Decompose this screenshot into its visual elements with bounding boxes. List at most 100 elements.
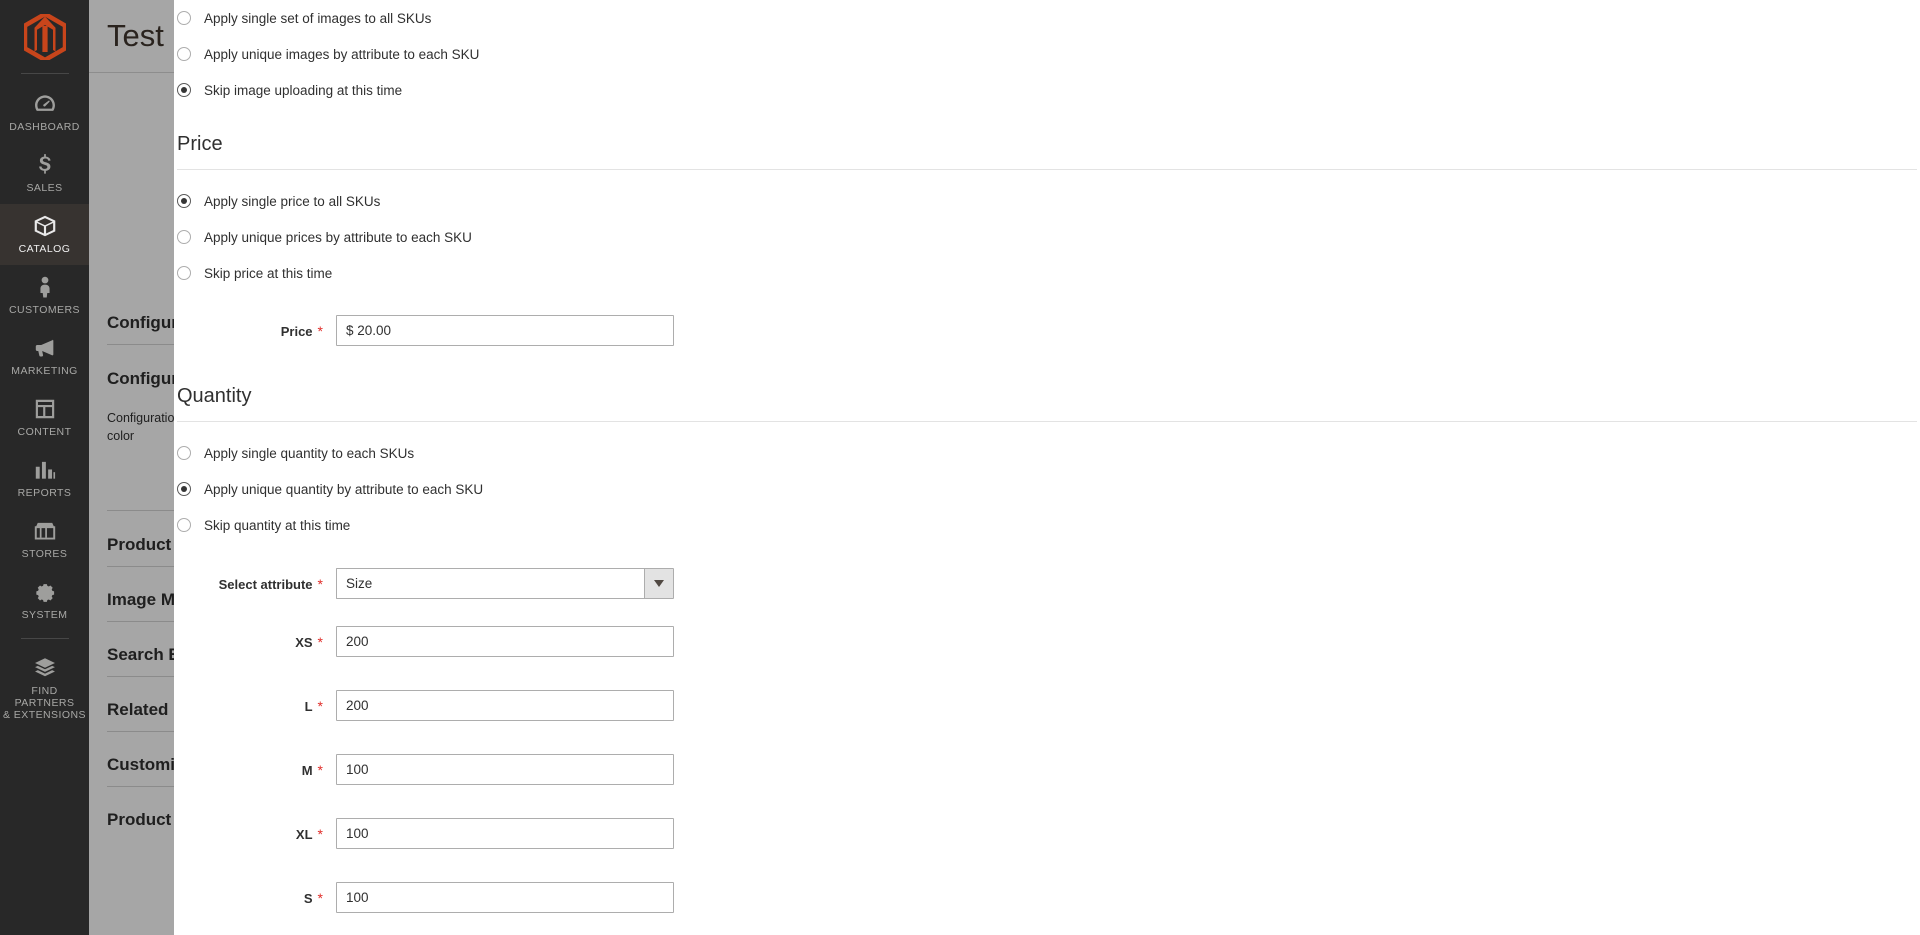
radio-row-qty-unique[interactable]: Apply unique quantity by attribute to ea…: [174, 471, 1920, 507]
layout-icon: [32, 396, 58, 422]
radio-row-qty-skip[interactable]: Skip quantity at this time: [174, 507, 1920, 543]
radio-label-qty-skip[interactable]: Skip quantity at this time: [204, 518, 350, 533]
select-attribute-dropdown[interactable]: Size: [336, 568, 674, 599]
qty-label-text: M: [301, 762, 313, 778]
qty-input[interactable]: [336, 626, 674, 657]
qty-input[interactable]: [336, 882, 674, 913]
radio-images-skip[interactable]: [177, 83, 191, 97]
qty-input[interactable]: [336, 690, 674, 721]
sidebar-item-catalog[interactable]: CATALOG: [0, 204, 89, 265]
select-attribute-label: Select attribute *: [174, 576, 336, 592]
radio-label-price-skip[interactable]: Skip price at this time: [204, 266, 332, 281]
price-input[interactable]: [336, 315, 674, 346]
sidebar-label-customers: CUSTOMERS: [9, 304, 80, 316]
radio-row-price-single[interactable]: Apply single price to all SKUs: [174, 183, 1920, 219]
sidebar-item-reports[interactable]: REPORTS: [0, 448, 89, 509]
sidebar-item-sales[interactable]: SALES: [0, 143, 89, 204]
quantity-radio-group: Apply single quantity to each SKUs Apply…: [174, 435, 1920, 543]
required-asterisk: *: [317, 322, 323, 339]
radio-row-price-skip[interactable]: Skip price at this time: [174, 255, 1920, 291]
price-field-label: Price *: [174, 323, 336, 339]
required-asterisk: *: [317, 825, 323, 842]
price-field-row: Price *: [174, 315, 1920, 346]
select-attribute-label-text: Select attribute: [218, 576, 313, 592]
radio-price-unique[interactable]: [177, 230, 191, 244]
images-radio-group: Apply single set of images to all SKUs A…: [174, 0, 1920, 108]
radio-row-images-skip[interactable]: Skip image uploading at this time: [174, 72, 1920, 108]
price-section-divider: [177, 169, 1917, 170]
quantity-section-divider: [177, 421, 1917, 422]
sidebar-item-content[interactable]: CONTENT: [0, 387, 89, 448]
select-attribute-value[interactable]: Size: [336, 568, 644, 599]
radio-label-qty-unique[interactable]: Apply unique quantity by attribute to ea…: [204, 482, 483, 497]
megaphone-icon: [32, 335, 58, 361]
radio-label-images-single[interactable]: Apply single set of images to all SKUs: [204, 11, 431, 26]
radio-row-qty-single[interactable]: Apply single quantity to each SKUs: [174, 435, 1920, 471]
dollar-icon: [32, 152, 58, 178]
qty-label-text: XS: [295, 634, 313, 650]
radio-price-skip[interactable]: [177, 266, 191, 280]
sidebar-label-sales: SALES: [26, 182, 63, 194]
sidebar-item-dashboard[interactable]: DASHBOARD: [0, 82, 89, 143]
qty-field-label: M *: [174, 762, 336, 778]
sidebar-item-marketing[interactable]: MARKETING: [0, 326, 89, 387]
sidebar-label-stores: STORES: [21, 548, 68, 560]
qty-field-row: L *: [174, 690, 1920, 721]
qty-field-row: M *: [174, 754, 1920, 785]
radio-qty-unique[interactable]: [177, 482, 191, 496]
radio-qty-single[interactable]: [177, 446, 191, 460]
required-asterisk: *: [317, 697, 323, 714]
radio-label-images-skip[interactable]: Skip image uploading at this time: [204, 83, 402, 98]
radio-label-price-single[interactable]: Apply single price to all SKUs: [204, 194, 380, 209]
price-radio-group: Apply single price to all SKUs Apply uni…: [174, 183, 1920, 291]
price-label-text: Price: [280, 323, 313, 339]
radio-images-single[interactable]: [177, 11, 191, 25]
qty-field-label: XL *: [174, 826, 336, 842]
admin-sidebar: DASHBOARD SALES CATALOG CUSTOMERS MARKET: [0, 0, 89, 935]
sidebar-label-catalog: CATALOG: [18, 243, 71, 255]
magento-logo-icon: [23, 13, 66, 60]
select-attribute-row: Select attribute * Size: [174, 568, 1920, 599]
radio-label-qty-single[interactable]: Apply single quantity to each SKUs: [204, 446, 414, 461]
sidebar-label-content: CONTENT: [17, 426, 72, 438]
dashboard-icon: [32, 91, 58, 117]
sidebar-label-reports: REPORTS: [17, 487, 72, 499]
sidebar-label-find-partners-extensions: FIND PARTNERS & EXTENSIONS: [2, 685, 86, 721]
sidebar-item-find-partners-extensions[interactable]: FIND PARTNERS & EXTENSIONS: [0, 646, 89, 731]
radio-row-price-unique[interactable]: Apply unique prices by attribute to each…: [174, 219, 1920, 255]
required-asterisk: *: [317, 575, 323, 592]
qty-field-row: S *: [174, 882, 1920, 913]
sidebar-divider: [20, 73, 69, 74]
qty-input[interactable]: [336, 818, 674, 849]
quantity-section-heading: Quantity: [177, 385, 252, 407]
sidebar-item-stores[interactable]: STORES: [0, 509, 89, 570]
radio-label-images-unique[interactable]: Apply unique images by attribute to each…: [204, 47, 479, 62]
qty-field-row: XS *: [174, 626, 1920, 657]
bulk-images-price-quantity-modal: Apply single set of images to all SKUs A…: [174, 0, 1920, 935]
radio-price-single[interactable]: [177, 194, 191, 208]
qty-field-label: XS *: [174, 634, 336, 650]
radio-row-images-single[interactable]: Apply single set of images to all SKUs: [174, 0, 1920, 36]
chevron-down-icon[interactable]: [644, 568, 674, 599]
storefront-icon: [32, 518, 58, 544]
sidebar-item-customers[interactable]: CUSTOMERS: [0, 265, 89, 326]
qty-label-text: XL: [295, 826, 313, 842]
required-asterisk: *: [317, 889, 323, 906]
qty-field-label: S *: [174, 890, 336, 906]
price-section-heading: Price: [177, 133, 223, 155]
sidebar-label-system: SYSTEM: [21, 609, 68, 621]
radio-row-images-unique[interactable]: Apply unique images by attribute to each…: [174, 36, 1920, 72]
required-asterisk: *: [317, 761, 323, 778]
sidebar-label-dashboard: DASHBOARD: [9, 121, 80, 133]
magento-logo[interactable]: [0, 0, 89, 73]
qty-field-row: XL *: [174, 818, 1920, 849]
radio-images-unique[interactable]: [177, 47, 191, 61]
qty-label-text: L: [304, 698, 313, 714]
radio-qty-skip[interactable]: [177, 518, 191, 532]
qty-input[interactable]: [336, 754, 674, 785]
required-asterisk: *: [317, 633, 323, 650]
box-icon: [32, 213, 58, 239]
sidebar-item-system[interactable]: SYSTEM: [0, 570, 89, 631]
radio-label-price-unique[interactable]: Apply unique prices by attribute to each…: [204, 230, 472, 245]
sidebar-label-marketing: MARKETING: [11, 365, 78, 377]
